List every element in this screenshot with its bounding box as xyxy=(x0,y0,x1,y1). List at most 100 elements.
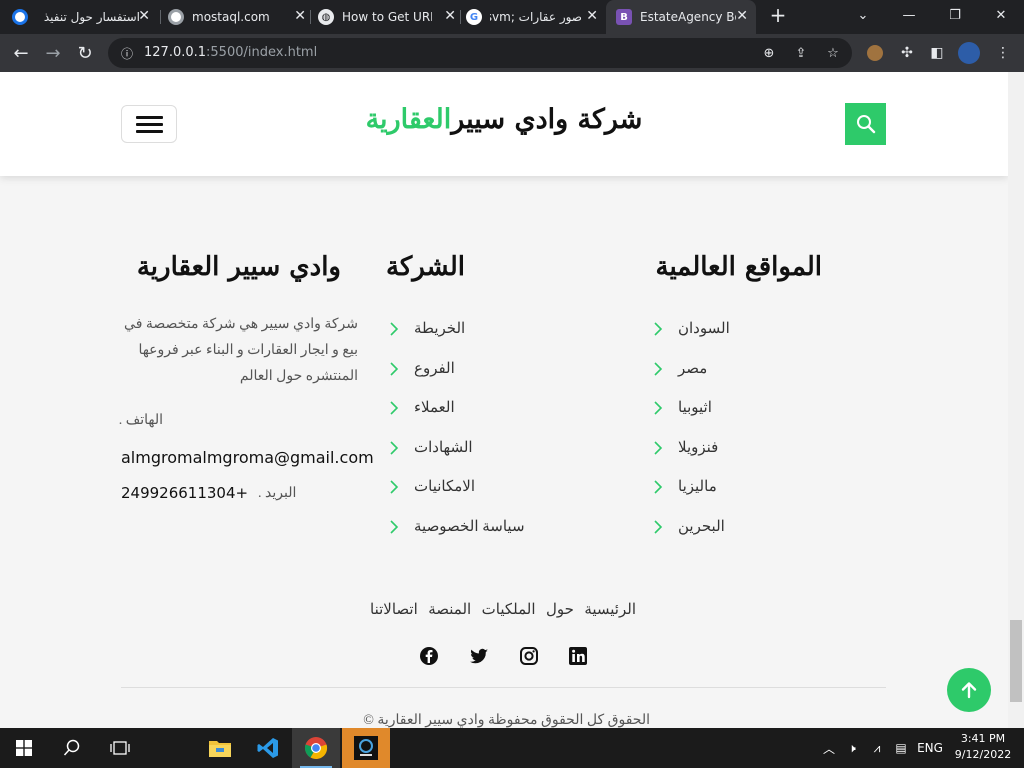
world-location-item[interactable]: اثيوبيا xyxy=(652,396,812,420)
task-view-button[interactable] xyxy=(96,728,144,768)
url-bar[interactable]: ⓘ 127.0.0.1:5500/index.html ⊕ ⇪ ☆ xyxy=(108,38,852,68)
footer-nav: الرئيسية حول الملكيات المنصة اتصالاتنا xyxy=(370,600,636,619)
close-tab-icon[interactable]: ✕ xyxy=(736,8,748,24)
arrow-up-icon xyxy=(961,682,977,699)
tab-4[interactable]: G صور عقارات ;svm ✕ xyxy=(466,0,606,34)
footer-divider xyxy=(121,687,886,688)
tab-1[interactable]: استفسار حول تنفيذ ✕ xyxy=(12,0,158,34)
clock-time: 3:41 PM xyxy=(960,732,1006,745)
company-link-item[interactable]: الشهادات xyxy=(388,436,548,460)
linkedin-icon[interactable] xyxy=(568,646,588,666)
close-tab-icon[interactable]: ✕ xyxy=(294,8,306,24)
windows-taskbar: ︿ 🕨 ⩘ ▤ ENG 3:41 PM 9/12/2022 xyxy=(0,728,1024,768)
chevron-right-icon xyxy=(654,362,663,376)
world-location-label: اثيوبيا xyxy=(678,400,712,416)
back-icon[interactable]: ← xyxy=(10,42,32,64)
back-to-top-button[interactable] xyxy=(947,668,991,712)
company-link-item[interactable]: العملاء xyxy=(388,396,548,420)
share-icon[interactable]: ⇪ xyxy=(792,44,810,62)
extensions-puzzle-icon[interactable]: ✣ xyxy=(896,42,918,64)
company-link-item[interactable]: الفروع xyxy=(388,357,548,381)
chevron-right-icon xyxy=(654,441,663,455)
brand-logo[interactable]: شركة وادي سييرالعقارية xyxy=(320,104,688,135)
company-link-label: الخريطة xyxy=(414,321,466,337)
world-location-item[interactable]: فنزويلا xyxy=(652,436,812,460)
company-link-label: الامكانيات xyxy=(414,479,476,495)
world-location-label: ماليزيا xyxy=(678,479,717,495)
facebook-icon[interactable] xyxy=(419,646,439,666)
close-tab-icon[interactable]: ✕ xyxy=(138,8,150,24)
scrollbar-thumb[interactable] xyxy=(1010,620,1022,702)
world-location-item[interactable]: ماليزيا xyxy=(652,475,812,499)
new-tab-button[interactable]: + xyxy=(764,0,792,30)
tab-2[interactable]: mostaql.com ✕ xyxy=(168,0,314,34)
search-icon xyxy=(857,115,876,134)
world-location-item[interactable]: السودان xyxy=(652,317,812,341)
nav-platform[interactable]: المنصة xyxy=(428,600,471,619)
chevron-right-icon xyxy=(654,520,663,534)
company-link-item[interactable]: الامكانيات xyxy=(388,475,548,499)
file-explorer-icon[interactable] xyxy=(196,728,244,768)
close-tab-icon[interactable]: ✕ xyxy=(586,8,598,24)
nav-home[interactable]: الرئيسية xyxy=(584,600,636,619)
notifications-icon[interactable]: ▤ xyxy=(890,728,912,768)
chrome-icon[interactable] xyxy=(292,728,340,768)
email-link[interactable]: almgromalmgroma@gmail.com xyxy=(121,448,374,467)
phone-number[interactable]: 249926611304+ xyxy=(121,484,248,502)
side-panel-icon[interactable]: ◧ xyxy=(926,42,948,64)
search-button[interactable] xyxy=(845,103,886,145)
nav-about[interactable]: حول xyxy=(546,600,574,619)
nav-contact[interactable]: اتصالاتنا xyxy=(370,600,418,619)
world-location-label: السودان xyxy=(678,321,730,337)
info-icon[interactable]: ⓘ xyxy=(118,44,136,62)
copyright-text: الحقوق كل الحقوق محفوظة وادي سيير العقار… xyxy=(363,713,650,728)
close-tab-icon[interactable]: ✕ xyxy=(444,8,456,24)
url-path: :5500/index.html xyxy=(206,45,318,60)
close-window-button[interactable]: ✕ xyxy=(978,0,1024,30)
globe-icon: ◍ xyxy=(318,9,334,25)
world-location-label: البحرين xyxy=(678,519,725,535)
grey-ring-icon xyxy=(168,9,184,25)
nav-properties[interactable]: الملكيات xyxy=(482,600,536,619)
site-header: شركة وادي سييرالعقارية xyxy=(0,72,1008,176)
start-button[interactable] xyxy=(0,728,48,768)
extension-cookie-icon[interactable] xyxy=(864,42,886,64)
profile-avatar[interactable] xyxy=(958,42,980,64)
minimize-button[interactable]: — xyxy=(886,0,932,30)
company-link-item[interactable]: سياسة الخصوصية xyxy=(388,515,548,539)
zoom-app-icon[interactable] xyxy=(342,728,390,768)
mail-label: البريد . xyxy=(258,486,297,501)
forward-icon[interactable]: → xyxy=(42,42,64,64)
reload-icon[interactable]: ↻ xyxy=(74,42,96,64)
page-scrollbar[interactable] xyxy=(1008,72,1024,728)
google-icon: G xyxy=(466,9,482,25)
vscode-icon[interactable] xyxy=(244,728,292,768)
tab-search-icon[interactable]: ⌄ xyxy=(840,0,886,30)
volume-muted-icon[interactable]: 🕨 xyxy=(842,728,862,768)
blue-ring-icon xyxy=(12,9,28,25)
chevron-right-icon xyxy=(390,480,399,494)
restore-button[interactable]: ❐ xyxy=(932,0,978,30)
tab-3[interactable]: ◍ How to Get URL ✕ xyxy=(318,0,464,34)
instagram-icon[interactable] xyxy=(519,646,539,666)
company-link-label: الشهادات xyxy=(414,440,473,456)
bookmark-star-icon[interactable]: ☆ xyxy=(824,44,842,62)
twitter-icon[interactable] xyxy=(469,646,489,666)
language-indicator[interactable]: ENG xyxy=(914,728,946,768)
zoom-icon[interactable]: ⊕ xyxy=(760,44,778,62)
company-link-label: الفروع xyxy=(414,361,455,377)
taskbar-clock[interactable]: 3:41 PM 9/12/2022 xyxy=(950,731,1016,763)
search-taskbar-button[interactable] xyxy=(48,728,96,768)
tray-chevron-icon[interactable]: ︿ xyxy=(820,728,838,768)
chevron-right-icon xyxy=(390,401,399,415)
hamburger-menu-button[interactable] xyxy=(121,105,177,143)
brand-accent-text: العقارية xyxy=(365,104,452,135)
company-link-item[interactable]: الخريطة xyxy=(388,317,548,341)
company-title: الشركة xyxy=(385,252,465,282)
wifi-icon[interactable]: ⩘ xyxy=(866,728,888,768)
menu-kebab-icon[interactable]: ⋮ xyxy=(992,42,1014,64)
world-location-item[interactable]: مصر xyxy=(652,357,812,381)
magnifier-icon xyxy=(63,739,80,756)
tab-5[interactable]: B EstateAgency Bo ✕ xyxy=(606,0,756,34)
world-location-item[interactable]: البحرين xyxy=(652,515,812,539)
